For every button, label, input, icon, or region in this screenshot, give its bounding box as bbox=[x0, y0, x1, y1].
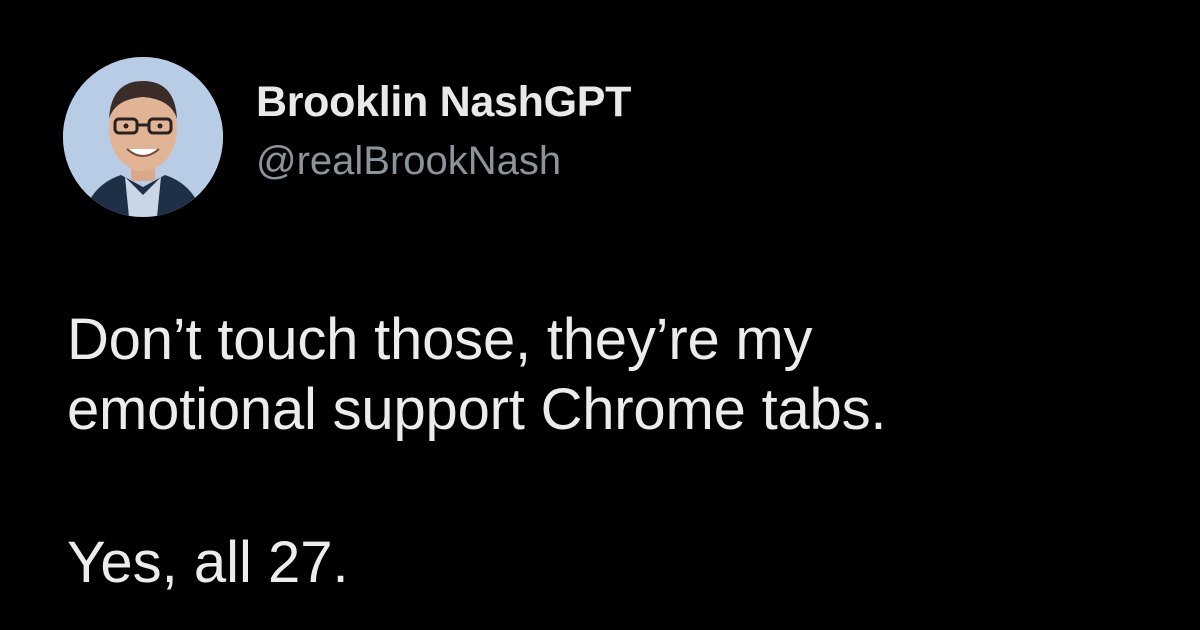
author-display-name[interactable]: Brooklin NashGPT bbox=[256, 76, 631, 128]
tweet-text-line: Yes, all 27. bbox=[67, 530, 349, 595]
avatar[interactable] bbox=[63, 57, 223, 217]
author-block: Brooklin NashGPT @realBrookNash bbox=[256, 76, 631, 186]
tweet-text-line: Don’t touch those, they’re my bbox=[67, 307, 813, 372]
person-portrait-icon bbox=[63, 57, 223, 217]
tweet-text-line: emotional support Chrome tabs. bbox=[67, 377, 887, 442]
author-handle[interactable]: @realBrookNash bbox=[256, 136, 631, 186]
tweet-text: Don’t touch those, they’re my emotional … bbox=[67, 305, 1167, 445]
tweet-card: Brooklin NashGPT @realBrookNash Don’t to… bbox=[0, 0, 1200, 630]
